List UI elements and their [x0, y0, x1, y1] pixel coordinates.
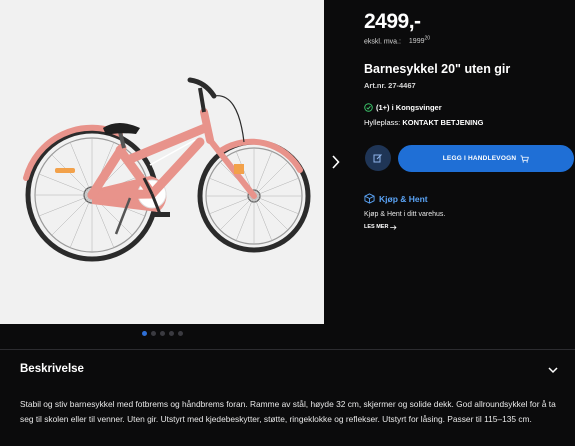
gallery-dot-5[interactable] — [178, 331, 183, 336]
shelf-value: KONTAKT BETJENING — [402, 118, 484, 127]
chevron-down-icon[interactable] — [547, 364, 559, 376]
check-circle-icon — [364, 103, 373, 112]
ex-vat-label: ekskl. mva.: — [364, 38, 401, 46]
add-to-cart-label: LEGG I HANDLEVOGN — [442, 155, 517, 162]
gallery-dot-4[interactable] — [169, 331, 174, 336]
click-and-collect-heading: Kjøp & Hent — [364, 193, 428, 204]
description-text: Stabil og stiv barnesykkel med fotbrems … — [20, 399, 556, 424]
read-more-label: LES MER — [364, 224, 389, 230]
product-page: 2499,- ekskl. mva.: 199920 Barnesykkel 2… — [0, 0, 575, 446]
gallery-next-button[interactable] — [326, 150, 344, 174]
price-ex-vat: ekskl. mva.: 199920 — [364, 36, 430, 45]
stock-text[interactable]: (1+) i Kongsvinger — [376, 103, 442, 112]
click-and-collect-text: Kjøp & Hent i ditt varehus. — [364, 211, 446, 218]
read-more-link[interactable]: LES MER — [364, 224, 397, 230]
article-number: Art.nr. 27-4467 — [364, 81, 416, 90]
box-icon — [364, 193, 375, 204]
gallery-dot-3[interactable] — [160, 331, 165, 336]
shelf-label: Hylleplass: — [364, 118, 401, 127]
chevron-right-icon — [331, 155, 340, 169]
arrow-right-icon — [390, 224, 397, 230]
gallery-dot-1[interactable] — [142, 331, 147, 336]
gallery-dot-2[interactable] — [151, 331, 156, 336]
stock-status: (1+) i Kongsvinger — [364, 103, 442, 112]
cart-icon — [520, 154, 530, 163]
compare-icon — [373, 154, 382, 163]
product-price: 2499,- — [364, 10, 421, 33]
gallery-pagination — [142, 331, 183, 336]
description-title[interactable]: Beskrivelse — [20, 363, 84, 375]
section-divider — [0, 349, 575, 350]
click-and-collect-title: Kjøp & Hent — [379, 193, 428, 204]
product-title: Barnesykkel 20" uten gir — [364, 62, 511, 76]
bike-illustration — [23, 77, 311, 262]
shelf-location: Hylleplass: KONTAKT BETJENING — [364, 118, 483, 127]
ex-vat-value: 199920 — [408, 36, 431, 46]
compare-button[interactable] — [365, 145, 391, 171]
add-to-cart-button[interactable]: LEGG I HANDLEVOGN — [398, 145, 574, 172]
product-image[interactable] — [0, 0, 324, 324]
